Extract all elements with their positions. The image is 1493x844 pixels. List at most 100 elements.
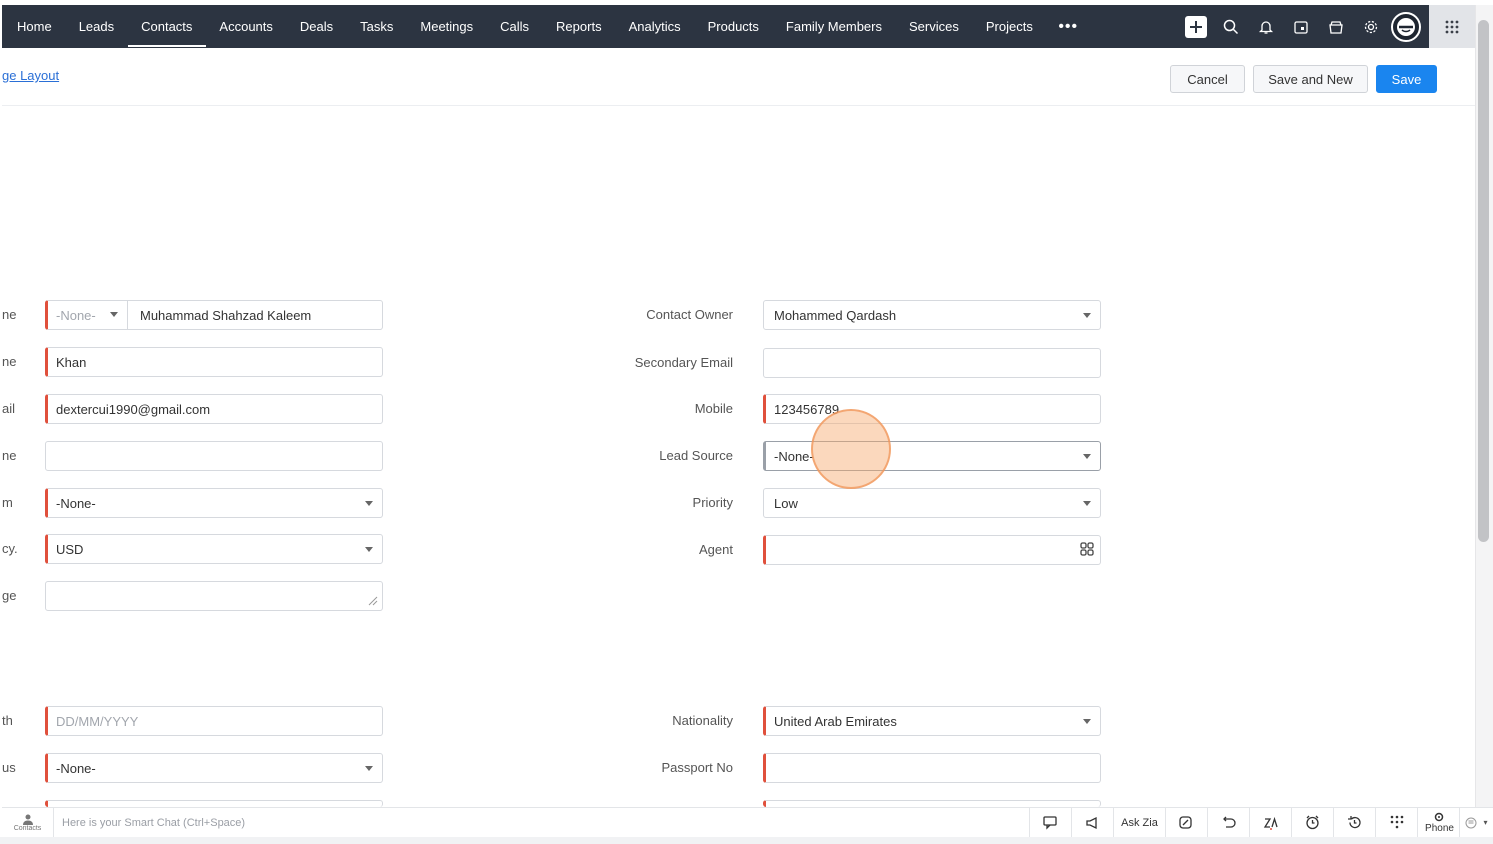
nav-products[interactable]: Products bbox=[694, 5, 772, 48]
nav-accounts[interactable]: Accounts bbox=[206, 5, 286, 48]
secondary-email-label: Secondary Email bbox=[634, 355, 733, 370]
nav-services[interactable]: Services bbox=[896, 5, 973, 48]
contacts-widget-label: Contacts bbox=[13, 824, 42, 832]
app-grid-button[interactable] bbox=[1429, 5, 1475, 48]
next-right-field-partial[interactable] bbox=[763, 800, 1101, 807]
phone-label: ne bbox=[2, 448, 17, 463]
status-value: -None- bbox=[56, 760, 96, 776]
nav-more-button[interactable]: ••• bbox=[1046, 18, 1090, 36]
nav-deals[interactable]: Deals bbox=[286, 5, 346, 48]
header-divider bbox=[2, 105, 1475, 106]
nav-tasks[interactable]: Tasks bbox=[347, 5, 407, 48]
marketplace-icon[interactable] bbox=[1318, 5, 1353, 48]
date-of-birth-input[interactable]: DD/MM/YYYY bbox=[45, 706, 383, 736]
search-icon[interactable] bbox=[1213, 5, 1248, 48]
mobile-input[interactable]: 123456789 bbox=[763, 394, 1101, 424]
priority-value: Low bbox=[774, 495, 798, 511]
edit-icon[interactable] bbox=[1165, 808, 1207, 837]
last-name-input[interactable]: Khan bbox=[45, 347, 383, 377]
alarm-clock-icon[interactable] bbox=[1291, 808, 1333, 837]
message-textarea[interactable] bbox=[45, 581, 383, 611]
page-layout-link[interactable]: ge Layout bbox=[2, 68, 59, 83]
salutation-value: -None- bbox=[56, 307, 96, 323]
top-navigation-bar: Home Leads Contacts Accounts Deals Tasks… bbox=[2, 5, 1475, 48]
quick-create-button[interactable] bbox=[1178, 5, 1213, 48]
nav-analytics[interactable]: Analytics bbox=[615, 5, 694, 48]
tray-chevron-icon: ▾ bbox=[1483, 818, 1488, 827]
agent-label: Agent bbox=[699, 542, 733, 557]
smart-chat-input[interactable]: Here is your Smart Chat (Ctrl+Space) bbox=[62, 808, 1022, 837]
save-button[interactable]: Save bbox=[1376, 65, 1437, 93]
bell-icon[interactable] bbox=[1248, 5, 1283, 48]
plus-icon bbox=[1184, 15, 1207, 38]
notification-tray-icon[interactable]: ▾ bbox=[1459, 808, 1493, 837]
date-of-birth-label: th bbox=[2, 713, 13, 728]
secondary-email-input[interactable] bbox=[763, 348, 1101, 378]
nationality-value: United Arab Emirates bbox=[774, 713, 897, 729]
chat-icon[interactable] bbox=[1029, 808, 1071, 837]
reply-icon[interactable] bbox=[1207, 808, 1249, 837]
nationality-select[interactable]: United Arab Emirates bbox=[763, 706, 1101, 736]
history-icon[interactable] bbox=[1333, 808, 1375, 837]
currency-value: USD bbox=[56, 541, 84, 557]
avatar bbox=[1390, 11, 1421, 42]
megaphone-icon[interactable] bbox=[1071, 808, 1113, 837]
chevron-down-icon bbox=[110, 312, 118, 317]
first-name-field: -None- Muhammad Shahzad Kaleem bbox=[45, 300, 383, 330]
salutation-select[interactable]: -None- bbox=[48, 301, 128, 329]
nav-meetings[interactable]: Meetings bbox=[407, 5, 487, 48]
chevron-down-icon bbox=[365, 547, 373, 552]
chevron-down-icon bbox=[1083, 501, 1091, 506]
calendar-icon[interactable] bbox=[1283, 5, 1318, 48]
phone-gear-icon bbox=[1434, 812, 1443, 821]
platform-label: m bbox=[2, 495, 13, 510]
last-name-label: ne bbox=[2, 354, 17, 369]
passport-input[interactable] bbox=[763, 753, 1101, 783]
nav-family-members[interactable]: Family Members bbox=[772, 5, 895, 48]
nav-reports[interactable]: Reports bbox=[543, 5, 616, 48]
platform-value: -None- bbox=[56, 495, 96, 511]
priority-select[interactable]: Low bbox=[763, 488, 1101, 518]
chevron-down-icon bbox=[1083, 313, 1091, 318]
phone-label: Phone bbox=[1425, 822, 1454, 834]
nav-leads[interactable]: Leads bbox=[65, 5, 127, 48]
lookup-icon[interactable] bbox=[1079, 541, 1095, 557]
currency-label: cy. bbox=[2, 541, 18, 556]
zia-icon[interactable] bbox=[1249, 808, 1291, 837]
contact-owner-label: Contact Owner bbox=[646, 307, 733, 322]
first-name-input[interactable]: Muhammad Shahzad Kaleem bbox=[140, 301, 311, 329]
passport-label: Passport No bbox=[661, 760, 733, 775]
footer-strip bbox=[0, 837, 1493, 844]
gear-icon[interactable] bbox=[1353, 5, 1388, 48]
email-label: ail bbox=[2, 401, 16, 416]
lead-source-value: -None- bbox=[774, 448, 814, 464]
cancel-button[interactable]: Cancel bbox=[1170, 65, 1245, 93]
status-label: us bbox=[2, 760, 16, 775]
resize-grip-icon[interactable] bbox=[368, 596, 378, 606]
phone-input[interactable] bbox=[45, 441, 383, 471]
currency-select[interactable]: USD bbox=[45, 534, 383, 564]
ask-zia-button[interactable]: Ask Zia bbox=[1113, 808, 1165, 837]
first-name-label: ne bbox=[2, 307, 17, 322]
email-input[interactable]: dextercui1990@gmail.com bbox=[45, 394, 383, 424]
save-and-new-button[interactable]: Save and New bbox=[1253, 65, 1368, 93]
lead-source-select[interactable]: -None- bbox=[763, 441, 1101, 471]
message-label: ge bbox=[2, 588, 17, 603]
scrollbar-thumb[interactable] bbox=[1478, 20, 1489, 542]
nav-calls[interactable]: Calls bbox=[487, 5, 543, 48]
contact-owner-select[interactable]: Mohammed Qardash bbox=[763, 300, 1101, 330]
profile-button[interactable] bbox=[1388, 5, 1423, 48]
nav-home[interactable]: Home bbox=[2, 5, 65, 48]
contacts-widget-button[interactable]: Contacts bbox=[2, 808, 54, 837]
nav-projects[interactable]: Projects bbox=[972, 5, 1046, 48]
next-field-partial[interactable] bbox=[45, 800, 383, 807]
nav-icon-group bbox=[1178, 5, 1475, 48]
platform-select[interactable]: -None- bbox=[45, 488, 383, 518]
nav-contacts[interactable]: Contacts bbox=[127, 5, 207, 48]
status-select[interactable]: -None- bbox=[45, 753, 383, 783]
phone-button[interactable]: Phone bbox=[1417, 808, 1459, 837]
agent-lookup-input[interactable] bbox=[763, 535, 1101, 565]
dialpad-icon[interactable] bbox=[1375, 808, 1417, 837]
contact-owner-value: Mohammed Qardash bbox=[774, 307, 897, 323]
bottom-tools: Ask Zia Phone ▾ bbox=[1029, 808, 1493, 837]
